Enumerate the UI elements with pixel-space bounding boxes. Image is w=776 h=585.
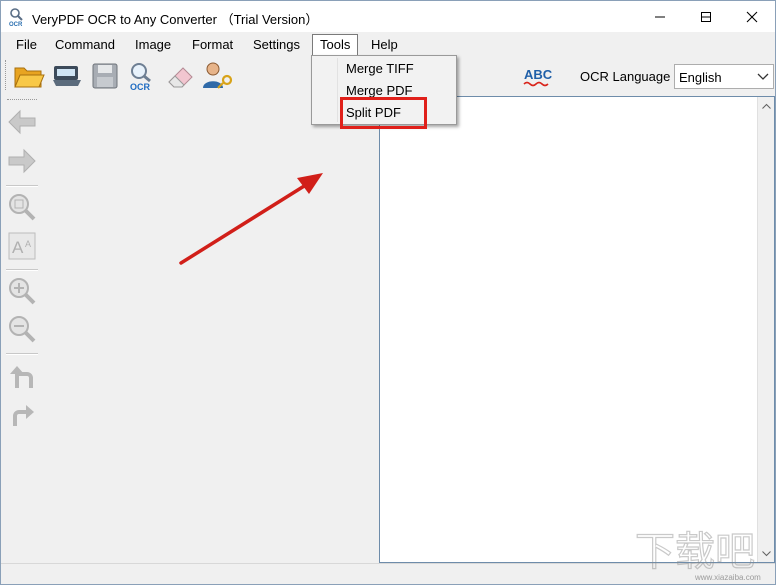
scan-button[interactable] [50,60,84,92]
ocr-language-label: OCR Language [580,69,671,84]
app-icon: OCR [9,7,25,28]
title-bar: OCR VeryPDF OCR to Any Converter （Trial … [1,1,775,32]
menu-item-merge-tiff[interactable]: Merge TIFF [346,57,456,79]
menu-icon-gutter [314,58,338,122]
app-window: OCR VeryPDF OCR to Any Converter （Trial … [0,0,776,585]
next-page-button[interactable] [5,144,39,178]
menu-format[interactable]: Format [185,34,240,56]
previous-page-button[interactable] [5,105,39,139]
user-key-icon [203,62,233,89]
minimize-button-alt[interactable] [637,1,683,32]
text-size-icon: AA [8,232,36,260]
chevron-down-icon [757,73,769,80]
rotate-right-icon [13,405,34,426]
chevron-up-icon [762,103,771,109]
text-size-button[interactable]: AA [5,229,39,263]
side-separator [6,353,38,355]
eraser-button[interactable] [164,60,198,92]
zoom-fit-icon [9,194,36,221]
menu-image[interactable]: Image [128,34,178,56]
window-title: VeryPDF OCR to Any Converter （Trial Vers… [32,12,319,27]
close-button[interactable] [729,1,775,32]
arrow-right-icon [8,148,36,174]
watermark-url: www.xiazaiba.com [695,573,761,582]
svg-text:OCR: OCR [9,22,23,27]
maximize-button[interactable] [683,1,729,32]
spellcheck-button[interactable]: ABC [521,66,557,88]
toolbar-grip [5,60,8,90]
annotation-highlight-box [340,97,427,129]
maximize-icon [701,11,711,22]
rotate-right-button[interactable] [5,397,39,431]
ocr-language-select[interactable]: English [674,64,774,89]
scanner-icon [53,66,81,86]
zoom-in-button[interactable] [5,274,39,308]
open-button[interactable] [12,60,46,92]
svg-text:下载吧: 下载吧 [635,529,755,575]
arrow-left-icon [8,109,36,135]
ocr-language-value: English [679,70,722,85]
menu-bar: File Command Image Format Settings Tools… [1,32,775,57]
open-folder-icon [14,67,45,88]
ocr-button[interactable]: OCR [126,60,160,92]
menu-file[interactable]: File [9,34,44,56]
minimize-icon [655,16,665,17]
menu-command[interactable]: Command [48,34,122,56]
side-separator [6,185,38,187]
svg-text:ABC: ABC [524,67,553,82]
eraser-icon [168,67,193,88]
text-panel-scrollbar[interactable] [757,97,774,562]
ocr-text-panel[interactable] [379,96,775,563]
menu-tools[interactable]: Tools [312,34,359,57]
rotate-left-button[interactable] [5,359,39,393]
zoom-fit-button[interactable] [5,190,39,224]
side-separator [6,269,38,271]
close-icon [746,11,758,22]
menu-settings[interactable]: Settings [246,34,307,56]
zoom-out-icon [9,316,36,343]
ocr-magnifier-icon: OCR [130,63,151,91]
svg-text:OCR: OCR [130,82,151,91]
svg-text:A: A [12,238,24,257]
svg-text:A: A [25,239,31,249]
annotation-arrow [179,173,323,265]
side-toolbar-grip [7,99,37,101]
menu-help[interactable]: Help [364,34,405,56]
save-disk-icon [92,63,118,89]
zoom-in-icon [9,278,36,305]
zoom-out-button[interactable] [5,312,39,346]
abc-spellcheck-icon: ABC [523,67,553,87]
scroll-up-button[interactable] [758,97,775,114]
save-button[interactable] [88,60,122,92]
rotate-left-icon [10,366,33,388]
side-toolbar: AA [1,96,41,563]
register-button[interactable] [200,60,234,92]
